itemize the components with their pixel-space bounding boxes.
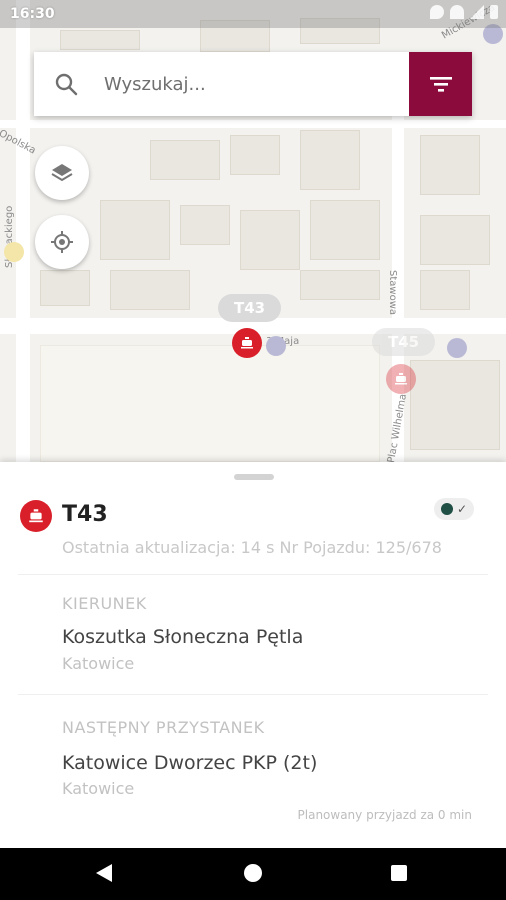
- vehicle-details-sheet: T43 ✓ Ostatnia aktualizacja: 14 s Nr Poj…: [0, 462, 506, 848]
- back-icon[interactable]: [96, 864, 112, 882]
- search-icon[interactable]: [54, 72, 78, 96]
- planned-arrival: Planowany przyjazd za 0 min: [297, 808, 472, 822]
- realtime-badge: ✓: [434, 498, 474, 520]
- status-time: 16:30: [10, 6, 55, 22]
- tram-icon: [29, 509, 43, 523]
- search-input[interactable]: [104, 70, 404, 98]
- vehicle-marker[interactable]: [386, 364, 416, 394]
- street-label: Plac Wilhelma: [386, 393, 409, 462]
- status-bar: 16:30: [0, 0, 506, 28]
- vehicle-tag[interactable]: T43: [218, 294, 282, 322]
- last-update-text: Ostatnia aktualizacja: 14 s Nr Pojazdu: …: [62, 538, 442, 557]
- realtime-clock-icon: [440, 503, 453, 515]
- system-nav-bar: [0, 848, 506, 900]
- vehicle-marker[interactable]: [232, 328, 262, 358]
- stop-marker[interactable]: [447, 338, 467, 358]
- direction-label: KIERUNEK: [62, 594, 147, 613]
- search-bar: [34, 52, 472, 116]
- direction-city: Katowice: [62, 654, 135, 673]
- layers-button[interactable]: [35, 146, 89, 200]
- tram-icon: [241, 337, 253, 349]
- next-stop-city: Katowice: [62, 779, 135, 798]
- recents-icon[interactable]: [391, 865, 407, 881]
- battery-icon: [490, 5, 498, 19]
- stop-marker[interactable]: [4, 242, 24, 262]
- home-icon[interactable]: [244, 864, 262, 882]
- divider: [18, 574, 488, 575]
- my-location-icon: [51, 231, 73, 253]
- signal-icon: [470, 5, 484, 19]
- check-icon: ✓: [456, 502, 468, 516]
- location-icon: [430, 5, 444, 19]
- direction-name: Koszutka Słoneczna Pętla: [62, 626, 304, 648]
- next-stop-name: Katowice Dworzec PKP (2t): [62, 752, 318, 774]
- next-stop-label: NASTĘPNY PRZYSTANEK: [62, 718, 265, 737]
- line-name: T43: [62, 502, 108, 527]
- stop-marker[interactable]: [266, 336, 286, 356]
- line-badge: [20, 500, 52, 532]
- filter-icon: [429, 77, 452, 92]
- locate-button[interactable]: [35, 215, 89, 269]
- divider: [18, 694, 488, 695]
- filter-button[interactable]: [409, 52, 472, 116]
- tram-icon: [395, 373, 407, 385]
- sheet-drag-handle[interactable]: [234, 474, 274, 480]
- wifi-icon: [450, 5, 464, 19]
- layers-icon: [51, 164, 73, 182]
- vehicle-tag[interactable]: T45: [372, 328, 436, 356]
- street-label: Stawowa: [387, 270, 398, 315]
